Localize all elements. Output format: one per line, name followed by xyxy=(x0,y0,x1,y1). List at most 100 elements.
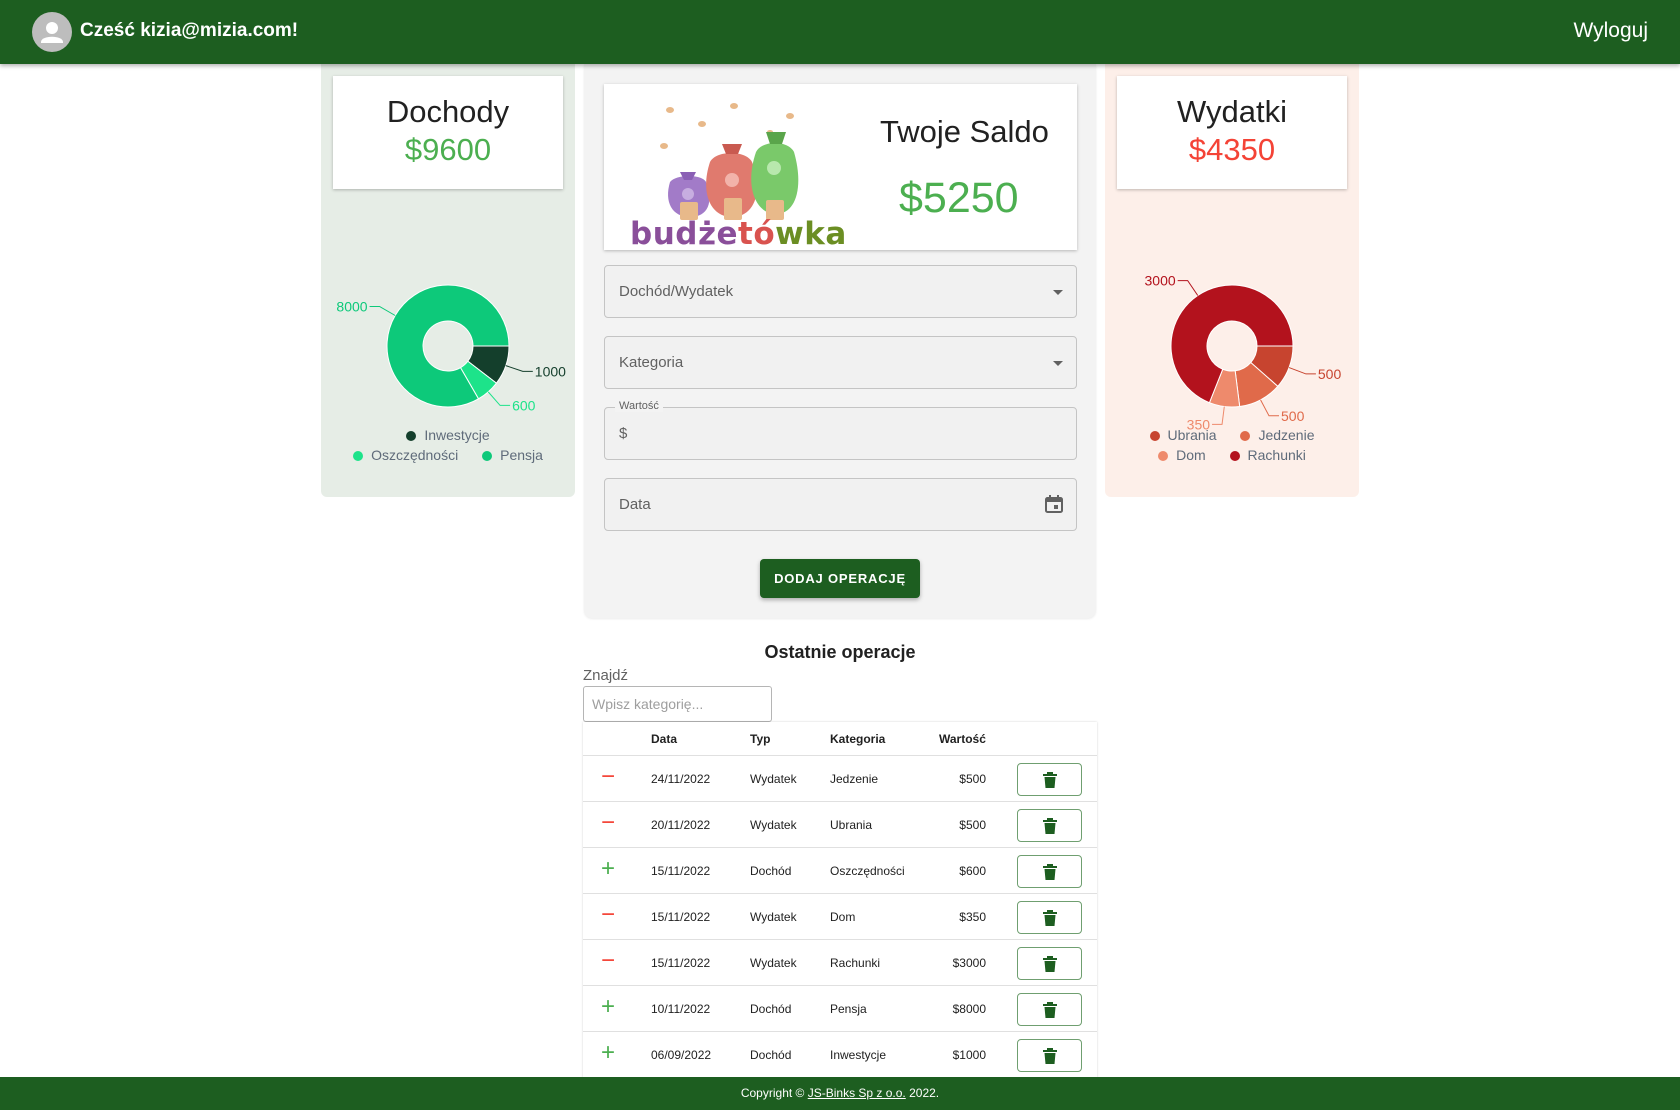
row-type: Wydatek xyxy=(750,956,797,970)
type-select[interactable]: Dochód/Wydatek xyxy=(604,265,1077,318)
expenses-donut-chart: 5005003503000 xyxy=(1145,273,1342,433)
dropdown-arrow-icon xyxy=(1053,361,1063,366)
legend-item-ubrania[interactable]: Ubrania xyxy=(1149,425,1217,445)
expenses-summary-card: Wydatki $4350 xyxy=(1117,76,1347,189)
delete-operation-button[interactable] xyxy=(1017,993,1082,1026)
recent-operations-title: Ostatnie operacje xyxy=(764,642,916,662)
table-row: − 24/11/2022 Wydatek Jedzenie $500 xyxy=(583,756,1097,802)
column-header-value[interactable]: Wartość xyxy=(939,732,986,746)
row-date: 24/11/2022 xyxy=(651,772,711,786)
column-header-date[interactable]: Data xyxy=(651,732,677,746)
slice-label: 500 xyxy=(1281,408,1305,424)
income-donut-chart: 1000 600 8000 xyxy=(336,284,566,413)
leader-line xyxy=(1260,399,1280,417)
row-date: 06/09/2022 xyxy=(651,1048,712,1062)
delete-operation-button[interactable] xyxy=(1017,947,1082,980)
row-category: Inwestycje xyxy=(830,1048,887,1062)
row-value: $500 xyxy=(959,772,986,786)
row-category: Ubrania xyxy=(830,818,873,832)
delete-operation-button[interactable] xyxy=(1017,763,1082,796)
delete-operation-button[interactable] xyxy=(1017,901,1082,934)
trash-icon xyxy=(1042,955,1057,972)
value-currency-prefix: $ xyxy=(619,425,628,442)
logout-button[interactable]: Wyloguj xyxy=(1573,19,1648,43)
row-date: 10/11/2022 xyxy=(651,1002,711,1016)
operations-table: Data Typ Kategoria Wartość − 24/11/2022 Wy… xyxy=(583,722,1097,1078)
minus-icon: − xyxy=(601,809,616,836)
date-input[interactable]: Data xyxy=(604,478,1077,531)
table-row: − 15/11/2022 Wydatek Dom $350 xyxy=(583,894,1097,940)
search-label: Znajdź xyxy=(583,667,629,684)
avatar[interactable] xyxy=(32,12,72,52)
operation-form-panel: budżetówka Twoje Saldo $5250 Dochód/Wyda… xyxy=(584,64,1096,618)
row-category: Jedzenie xyxy=(830,772,879,786)
value-input-label: Wartość xyxy=(615,400,663,412)
slice-label: 600 xyxy=(512,397,536,413)
calendar-icon[interactable] xyxy=(1044,494,1064,519)
slice-label: 1000 xyxy=(535,363,566,379)
delete-operation-button[interactable] xyxy=(1017,855,1082,888)
date-input-placeholder: Data xyxy=(619,496,651,513)
plus-icon: + xyxy=(601,855,616,882)
slice-label: 3000 xyxy=(1145,273,1176,289)
income-title: Dochody xyxy=(386,94,510,129)
row-type: Dochód xyxy=(750,1002,792,1016)
app-bar: Cześć kizia@mizia.com! Wyloguj xyxy=(0,0,1680,64)
add-operation-button[interactable]: DODAJ OPERACJĘ xyxy=(760,559,920,598)
row-date: 15/11/2022 xyxy=(651,910,711,924)
column-header-type[interactable]: Typ xyxy=(750,732,770,746)
type-select-placeholder: Dochód/Wydatek xyxy=(619,283,734,300)
row-value: $1000 xyxy=(952,1048,986,1062)
expenses-panel: Wydatki $4350 500 500 350 3000 Ubrania Jedz… xyxy=(1105,64,1359,497)
category-select[interactable]: Kategoria xyxy=(604,336,1077,389)
row-date: 20/11/2022 xyxy=(651,818,711,832)
row-type: Dochód xyxy=(750,864,792,878)
value-input[interactable]: Wartość $ xyxy=(604,400,1077,460)
delete-operation-button[interactable] xyxy=(1017,1039,1082,1072)
income-panel: Dochody $9600 1000 600 8000 Inwestycje Osz… xyxy=(321,64,575,497)
row-date: 15/11/2022 xyxy=(651,864,711,878)
leader-line xyxy=(487,391,511,406)
minus-icon: − xyxy=(601,763,616,790)
balance-card: budżetówka Twoje Saldo $5250 xyxy=(604,84,1077,252)
table-row: − 20/11/2022 Wydatek Ubrania $500 xyxy=(583,802,1097,848)
category-search-input[interactable]: Wpisz kategorię... xyxy=(583,686,772,722)
minus-icon: − xyxy=(601,901,616,928)
trash-icon xyxy=(1042,771,1057,788)
table-header: Data Typ Kategoria Wartość xyxy=(583,722,1097,756)
balance-title: Twoje Saldo xyxy=(880,114,1049,149)
expenses-title: Wydatki xyxy=(1177,94,1287,129)
trash-icon xyxy=(1042,909,1057,926)
row-category: Oszczędności xyxy=(830,864,905,878)
legend-item-rachunki[interactable]: Rachunki xyxy=(1229,445,1306,465)
leader-line xyxy=(369,306,396,316)
leader-line xyxy=(1177,280,1199,296)
copyright-prefix: Copyright © xyxy=(740,1086,808,1100)
column-header-category[interactable]: Kategoria xyxy=(830,732,885,746)
table-row: +10/11/2022 Dochód Pensja $8000 xyxy=(583,986,1097,1032)
table-row: +15/11/2022 Dochód Oszczędności $600 xyxy=(583,848,1097,894)
minus-icon: − xyxy=(601,947,616,974)
delete-operation-button[interactable] xyxy=(1017,809,1082,842)
person-icon xyxy=(41,22,63,43)
trash-icon xyxy=(1042,863,1057,880)
slice-label: 500 xyxy=(1318,366,1342,382)
plus-icon: + xyxy=(601,993,616,1020)
table-row: − 15/11/2022 Wydatek Rachunki $3000 xyxy=(583,940,1097,986)
row-type: Wydatek xyxy=(750,818,797,832)
money-bags-illustration xyxy=(660,103,799,220)
row-date: 15/11/2022 xyxy=(651,956,711,970)
copyright-suffix: 2022. xyxy=(905,1086,940,1100)
legend-item-inwestycje[interactable]: Inwestycje xyxy=(406,425,490,445)
company-link[interactable]: JS-Binks Sp z o.o. xyxy=(808,1086,906,1100)
legend-item-pensja[interactable]: Pensja xyxy=(482,445,543,465)
legend-item-jedzenie[interactable]: Jedzenie xyxy=(1240,425,1314,445)
legend-item-dom[interactable]: Dom xyxy=(1158,445,1206,465)
budzetowka-logo: budżetówka xyxy=(630,216,847,252)
row-value: $3000 xyxy=(952,956,986,970)
row-value: $350 xyxy=(959,910,986,924)
legend-item-oszczednosci[interactable]: Oszczędności xyxy=(353,445,458,465)
leader-line xyxy=(1288,367,1316,375)
balance-value: $5250 xyxy=(899,174,1019,222)
row-type: Wydatek xyxy=(750,910,797,924)
